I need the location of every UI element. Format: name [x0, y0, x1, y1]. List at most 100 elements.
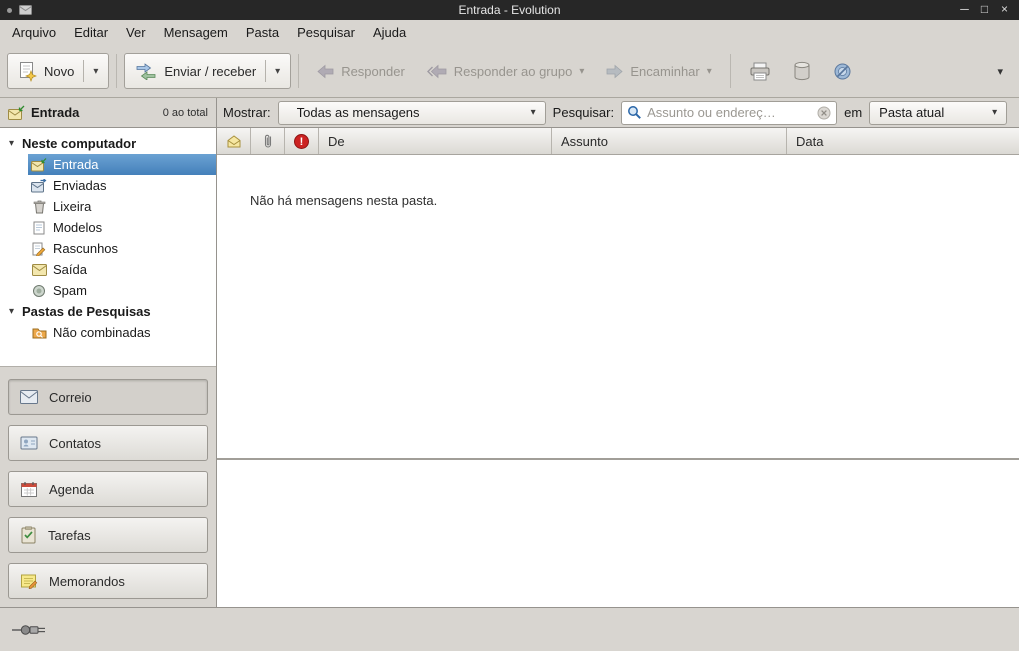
- forward-icon: [606, 64, 623, 79]
- inbox-icon: [30, 158, 48, 172]
- reply-button[interactable]: Responder: [306, 53, 416, 89]
- tasks-icon: [20, 526, 37, 544]
- outbox-icon: [30, 264, 48, 276]
- new-dropdown-arrow[interactable]: ▾: [93, 66, 98, 77]
- switcher-label: Correio: [49, 390, 92, 405]
- evolution-window: Entrada - Evolution ─ □ × Arquivo Editar…: [0, 0, 1019, 651]
- sidebar-item-saida[interactable]: Saída: [28, 259, 216, 280]
- toolbar-separator: [116, 54, 117, 88]
- switcher-correio[interactable]: Correio: [8, 379, 208, 415]
- switcher-label: Tarefas: [48, 528, 91, 543]
- menu-pesquisar[interactable]: Pesquisar: [288, 22, 364, 43]
- folder-tree: ▾ Neste computador Entrada Enviadas: [0, 128, 216, 366]
- current-folder-name: Entrada: [31, 105, 79, 120]
- switcher-contatos[interactable]: Contatos: [8, 425, 208, 461]
- switcher-memorandos[interactable]: Memorandos: [8, 563, 208, 599]
- new-message-icon: [18, 61, 37, 82]
- toolbar-overflow-button[interactable]: ▾: [988, 59, 1012, 84]
- folder-header: Entrada 0 ao total: [0, 98, 217, 127]
- message-list[interactable]: Não há mensagens nesta pasta.: [217, 155, 1019, 458]
- clear-search-icon[interactable]: [817, 106, 831, 120]
- tree-group-neste-computador[interactable]: ▾ Neste computador: [0, 133, 216, 154]
- menubar: Arquivo Editar Ver Mensagem Pasta Pesqui…: [0, 20, 1019, 45]
- sidebar-item-entrada[interactable]: Entrada: [28, 154, 216, 175]
- paperclip-icon: [262, 133, 274, 149]
- search-icon[interactable]: [627, 105, 642, 120]
- column-from[interactable]: De: [319, 128, 552, 154]
- show-filter-dropdown[interactable]: Todas as mensagens ▾: [278, 101, 546, 125]
- send-receive-dropdown-arrow[interactable]: ▾: [275, 66, 280, 77]
- close-button[interactable]: ×: [996, 0, 1013, 20]
- column-subject[interactable]: Assunto: [552, 128, 787, 154]
- sidebar-item-enviadas[interactable]: Enviadas: [28, 175, 216, 196]
- reply-all-button[interactable]: Responder ao grupo ▾: [416, 53, 596, 89]
- column-date[interactable]: Data: [787, 128, 1019, 154]
- sidebar-item-spam[interactable]: Spam: [28, 280, 216, 301]
- send-receive-button[interactable]: Enviar / receber ▾: [124, 53, 291, 89]
- button-separator: [83, 60, 84, 82]
- sidebar: ▾ Neste computador Entrada Enviadas: [0, 128, 217, 607]
- search-scope-dropdown[interactable]: Pasta atual ▾: [869, 101, 1007, 125]
- content-area: ▾ Neste computador Entrada Enviadas: [0, 128, 1019, 607]
- tree-group-pastas-de-pesquisas[interactable]: ▾ Pastas de Pesquisas: [0, 301, 216, 322]
- drafts-icon: [30, 242, 48, 256]
- menu-arquivo[interactable]: Arquivo: [3, 22, 65, 43]
- show-filter-value: Todas as mensagens: [297, 105, 523, 120]
- column-status[interactable]: [217, 128, 251, 154]
- mail-icon: [20, 390, 38, 404]
- column-important[interactable]: !: [285, 128, 319, 154]
- window-controls: ─ □ ×: [956, 0, 1019, 20]
- app-envelope-icon: [19, 5, 32, 15]
- menu-ver[interactable]: Ver: [117, 22, 155, 43]
- sidebar-item-modelos[interactable]: Modelos: [28, 217, 216, 238]
- sidebar-item-rascunhos[interactable]: Rascunhos: [28, 238, 216, 259]
- memos-icon: [20, 573, 38, 589]
- online-status-icon[interactable]: [12, 623, 48, 637]
- chevron-down-icon: ▾: [992, 107, 997, 118]
- folder-label: Rascunhos: [53, 241, 118, 256]
- message-list-header: ! De Assunto Data: [217, 128, 1019, 155]
- reply-all-icon: [427, 64, 447, 79]
- switcher-tarefas[interactable]: Tarefas: [8, 517, 208, 553]
- search-input[interactable]: [647, 105, 812, 120]
- forward-button-label: Encaminhar: [630, 64, 699, 79]
- menu-pasta[interactable]: Pasta: [237, 22, 288, 43]
- toolbar-separator: [730, 54, 731, 88]
- minimize-button[interactable]: ─: [956, 0, 973, 20]
- reply-button-label: Responder: [341, 64, 405, 79]
- menu-mensagem[interactable]: Mensagem: [155, 22, 237, 43]
- menu-ajuda[interactable]: Ajuda: [364, 22, 415, 43]
- sidebar-item-lixeira[interactable]: Lixeira: [28, 196, 216, 217]
- switcher-agenda[interactable]: Agenda: [8, 471, 208, 507]
- folder-label: Modelos: [53, 220, 102, 235]
- junk-button[interactable]: [822, 53, 863, 89]
- switcher-label: Contatos: [49, 436, 101, 451]
- new-button[interactable]: Novo ▾: [7, 53, 109, 89]
- tree-group-label: Neste computador: [22, 136, 136, 151]
- expander-icon[interactable]: ▾: [6, 306, 17, 317]
- titlebar: Entrada - Evolution ─ □ ×: [0, 0, 1019, 20]
- search-folder-icon: [30, 326, 48, 339]
- print-button[interactable]: [738, 53, 782, 89]
- sidebar-item-nao-combinadas[interactable]: Não combinadas: [28, 322, 216, 343]
- forward-button[interactable]: Encaminhar ▾: [595, 53, 722, 89]
- delete-icon: [793, 61, 811, 81]
- forward-dropdown-arrow[interactable]: ▾: [707, 66, 712, 77]
- send-receive-label: Enviar / receber: [164, 64, 256, 79]
- reply-all-dropdown-arrow[interactable]: ▾: [579, 66, 584, 77]
- delete-button[interactable]: [782, 53, 822, 89]
- expander-icon[interactable]: ▾: [6, 138, 17, 149]
- preview-pane: [217, 460, 1019, 607]
- reply-all-button-label: Responder ao grupo: [454, 64, 573, 79]
- maximize-button[interactable]: □: [976, 0, 993, 20]
- calendar-icon: [20, 481, 38, 498]
- column-attachment[interactable]: [251, 128, 285, 154]
- menu-editar[interactable]: Editar: [65, 22, 117, 43]
- button-separator: [265, 60, 266, 82]
- titlebar-left: [0, 5, 32, 15]
- folder-label: Enviadas: [53, 178, 106, 193]
- important-icon: !: [294, 134, 309, 149]
- switcher-label: Memorandos: [49, 574, 125, 589]
- print-icon: [749, 62, 771, 81]
- sent-folder-icon: [30, 179, 48, 193]
